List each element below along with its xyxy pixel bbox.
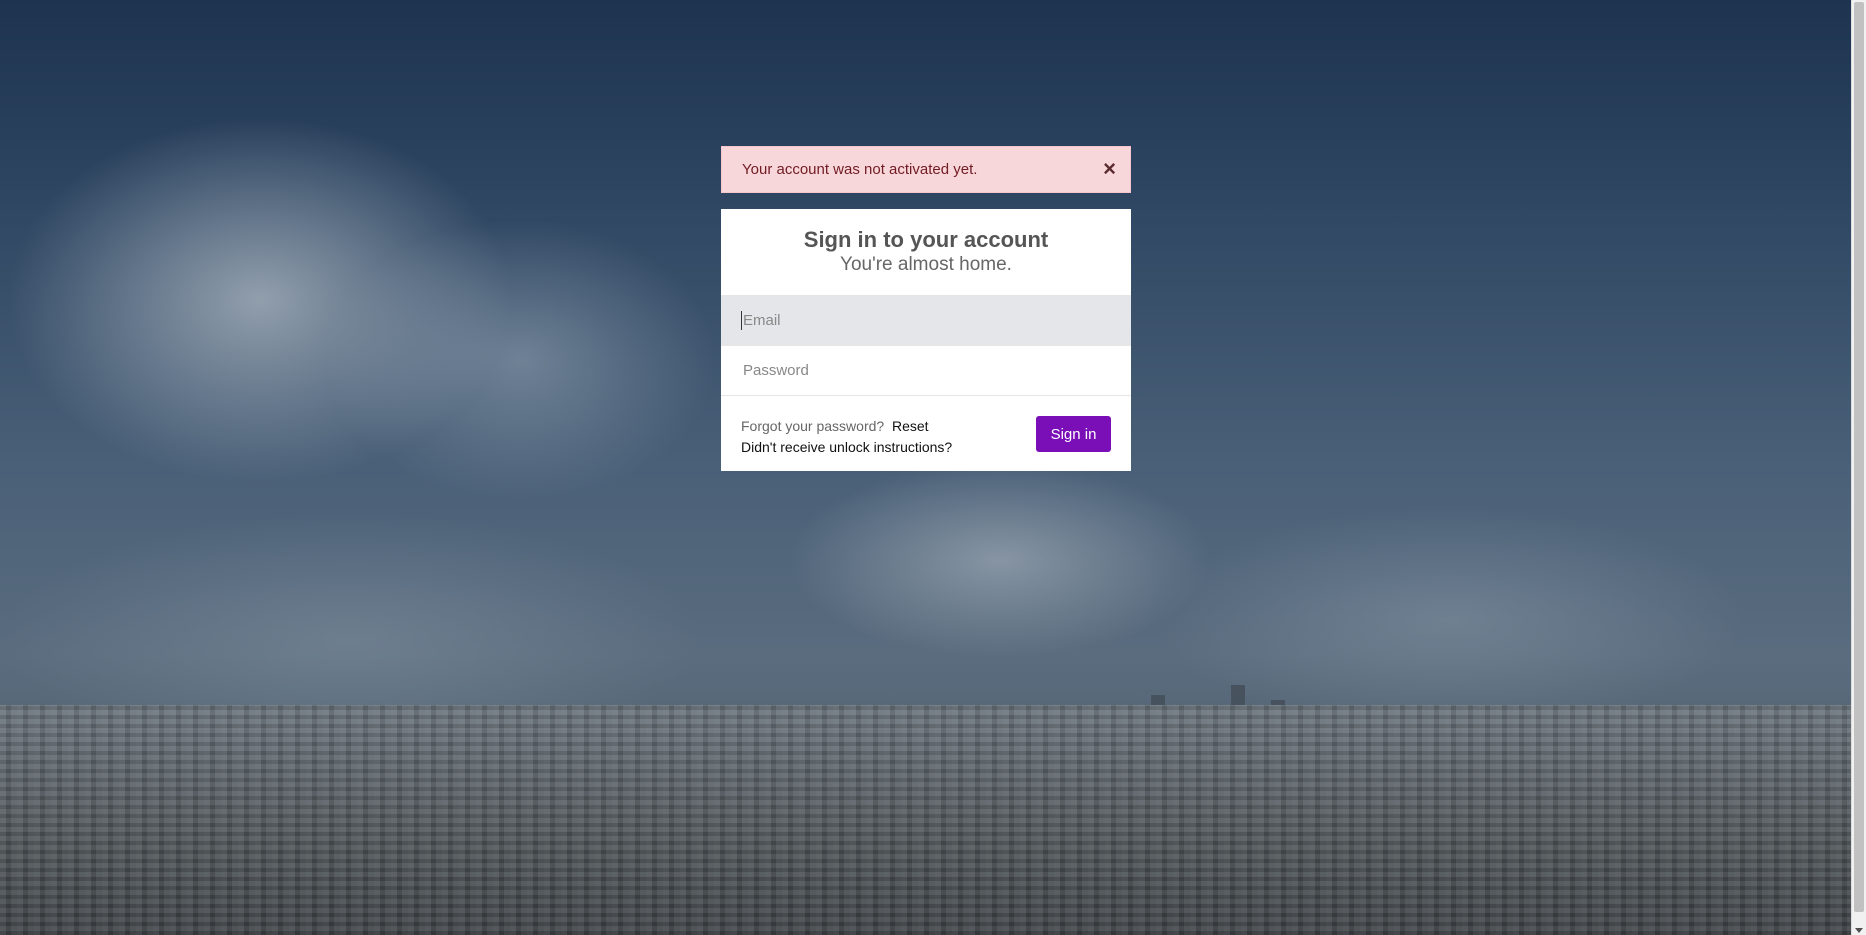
email-field-row <box>721 295 1131 345</box>
city-foreground <box>0 705 1851 935</box>
email-field[interactable] <box>741 311 1111 330</box>
close-icon[interactable]: × <box>1103 158 1116 180</box>
reset-password-link[interactable]: Reset <box>892 418 929 434</box>
forgot-password-prompt: Forgot your password? <box>741 418 885 434</box>
error-alert: Your account was not activated yet. × <box>721 146 1131 193</box>
sign-in-card: Sign in to your account You're almost ho… <box>721 209 1131 471</box>
page-subtitle: You're almost home. <box>840 254 1012 275</box>
password-field-row <box>721 345 1131 395</box>
alert-message: Your account was not activated yet. <box>742 161 978 178</box>
password-field[interactable] <box>741 361 1111 380</box>
scrollbar-thumb[interactable] <box>1854 2 1864 912</box>
unlock-instructions-link[interactable]: Didn't receive unlock instructions? <box>741 439 952 455</box>
sign-in-button[interactable]: Sign in <box>1036 416 1111 452</box>
page-scrollbar[interactable] <box>1851 0 1866 935</box>
card-header: Sign in to your account You're almost ho… <box>721 209 1131 295</box>
scroll-down-arrow-icon[interactable] <box>1855 928 1863 933</box>
card-footer: Forgot your password? Reset Didn't recei… <box>721 395 1131 471</box>
page-title: Sign in to your account <box>803 227 1049 252</box>
